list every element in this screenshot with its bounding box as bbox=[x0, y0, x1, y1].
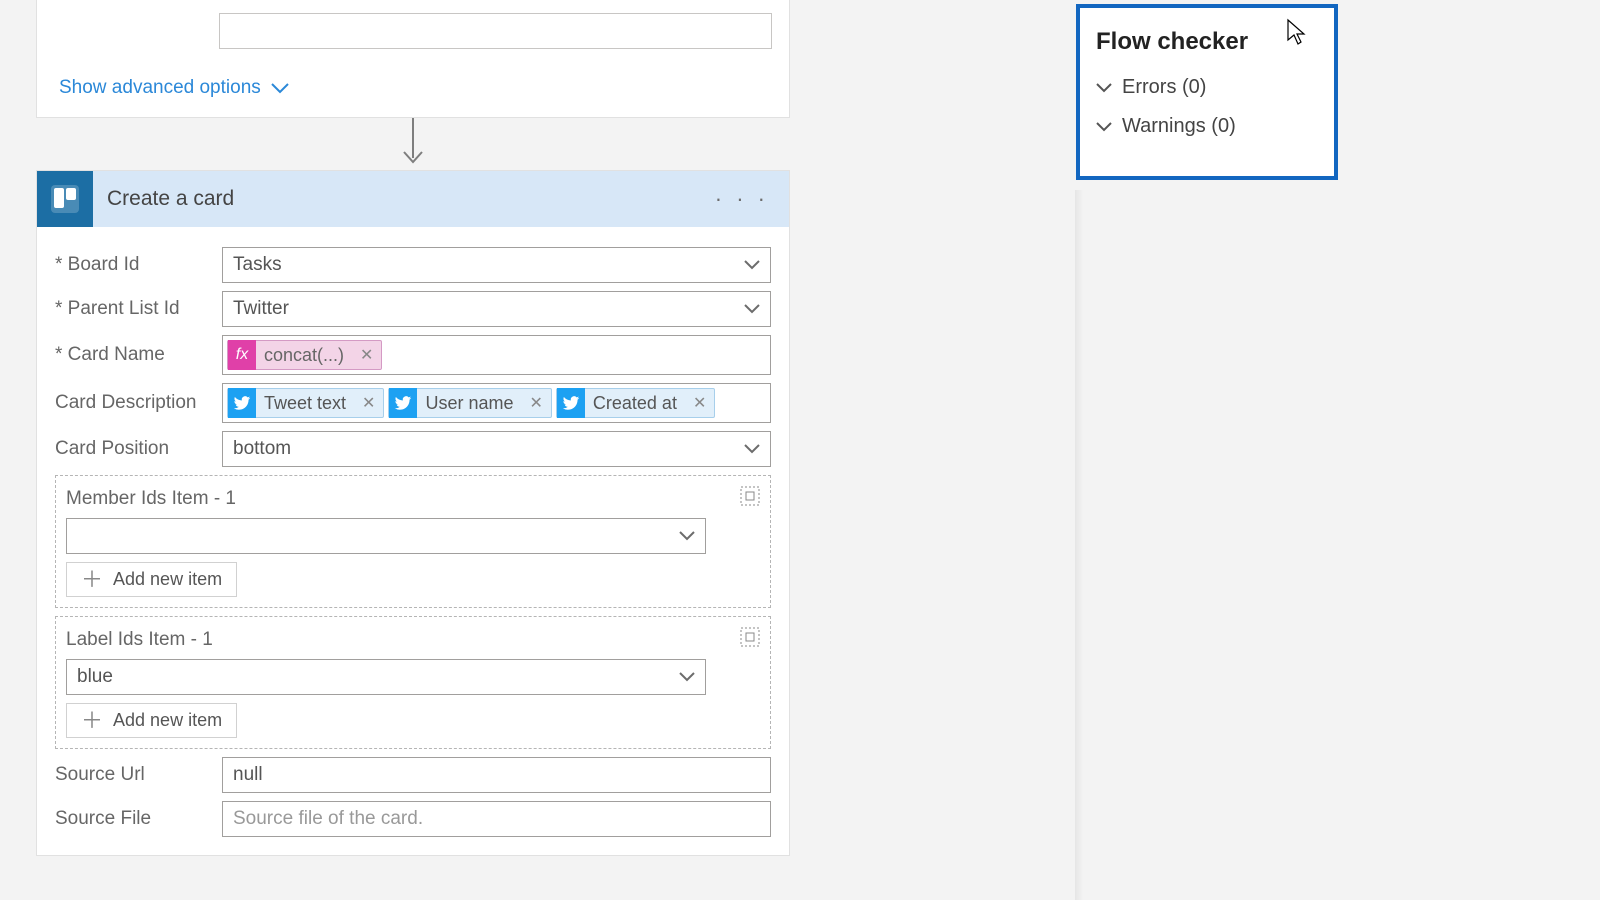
label-ids-select[interactable]: blue bbox=[66, 659, 706, 695]
chevron-down-icon bbox=[744, 260, 760, 270]
label-ids-value: blue bbox=[77, 666, 113, 688]
chevron-down-icon bbox=[679, 672, 695, 682]
parent-list-id-value: Twitter bbox=[233, 298, 289, 320]
show-advanced-options[interactable]: Show advanced options bbox=[59, 77, 769, 99]
twitter-token-created-at[interactable]: Created at ✕ bbox=[556, 388, 715, 418]
twitter-icon bbox=[557, 388, 585, 418]
action-header[interactable]: Create a card · · · bbox=[37, 171, 789, 227]
previous-field-input[interactable] bbox=[219, 13, 772, 49]
member-ids-select[interactable] bbox=[66, 518, 706, 554]
card-position-value: bottom bbox=[233, 438, 291, 460]
chevron-down-icon bbox=[1096, 83, 1112, 93]
fx-icon: fx bbox=[228, 340, 256, 370]
create-a-card-action: Create a card · · · * Board Id Tasks * P… bbox=[36, 170, 790, 856]
card-position-select[interactable]: bottom bbox=[222, 431, 771, 467]
board-id-value: Tasks bbox=[233, 254, 282, 276]
parent-list-id-select[interactable]: Twitter bbox=[222, 291, 771, 327]
connector-arrow bbox=[36, 118, 790, 170]
token-text: Tweet text bbox=[256, 393, 354, 414]
add-label-item-button[interactable]: ＋ Add new item bbox=[66, 703, 237, 738]
flow-checker-panel: Flow checker Errors (0) Warnings (0) bbox=[1076, 4, 1338, 180]
show-advanced-label: Show advanced options bbox=[59, 77, 261, 99]
label-ids-label: Label Ids Item - 1 bbox=[66, 629, 213, 651]
source-file-placeholder: Source file of the card. bbox=[233, 808, 423, 830]
token-remove-icon[interactable]: ✕ bbox=[352, 345, 381, 365]
previous-action-card: Show advanced options bbox=[36, 0, 790, 118]
switch-to-array-icon[interactable] bbox=[740, 486, 760, 512]
right-panel-edge bbox=[1075, 190, 1083, 900]
chevron-down-icon bbox=[744, 444, 760, 454]
plus-icon: ＋ bbox=[81, 712, 103, 730]
token-remove-icon[interactable]: ✕ bbox=[354, 393, 383, 413]
card-description-input[interactable]: Tweet text ✕ User name ✕ bbox=[222, 383, 771, 423]
warnings-label: Warnings (0) bbox=[1122, 115, 1236, 138]
source-file-input[interactable]: Source file of the card. bbox=[222, 801, 771, 837]
source-url-value: null bbox=[233, 764, 263, 786]
member-ids-group: Member Ids Item - 1 ＋ Add new item bbox=[55, 475, 771, 608]
twitter-icon bbox=[389, 388, 417, 418]
fx-expression-token[interactable]: fx concat(...) ✕ bbox=[227, 340, 382, 370]
label-ids-group: Label Ids Item - 1 blue ＋ Add new item bbox=[55, 616, 771, 749]
plus-icon: ＋ bbox=[81, 571, 103, 589]
chevron-down-icon bbox=[1096, 122, 1112, 132]
flow-checker-warnings-row[interactable]: Warnings (0) bbox=[1096, 115, 1318, 138]
add-item-label: Add new item bbox=[113, 710, 222, 731]
token-text: User name bbox=[417, 393, 521, 414]
chevron-down-icon bbox=[679, 531, 695, 541]
parent-list-id-label: * Parent List Id bbox=[55, 298, 222, 320]
twitter-icon bbox=[228, 388, 256, 418]
board-id-label: * Board Id bbox=[55, 254, 222, 276]
card-description-label: Card Description bbox=[55, 392, 222, 414]
action-title: Create a card bbox=[93, 187, 711, 211]
add-item-label: Add new item bbox=[113, 569, 222, 590]
source-file-label: Source File bbox=[55, 808, 222, 830]
twitter-token-user-name[interactable]: User name ✕ bbox=[388, 388, 551, 418]
card-name-label: * Card Name bbox=[55, 344, 222, 366]
chevron-down-icon bbox=[271, 83, 289, 94]
source-url-input[interactable]: null bbox=[222, 757, 771, 793]
action-menu-button[interactable]: · · · bbox=[711, 186, 773, 212]
card-position-label: Card Position bbox=[55, 438, 222, 460]
member-ids-label: Member Ids Item - 1 bbox=[66, 488, 236, 510]
fx-token-text: concat(...) bbox=[256, 345, 352, 366]
source-url-label: Source Url bbox=[55, 764, 222, 786]
card-name-input[interactable]: fx concat(...) ✕ bbox=[222, 335, 771, 375]
token-text: Created at bbox=[585, 393, 685, 414]
flow-checker-errors-row[interactable]: Errors (0) bbox=[1096, 76, 1318, 99]
board-id-select[interactable]: Tasks bbox=[222, 247, 771, 283]
chevron-down-icon bbox=[744, 304, 760, 314]
add-member-item-button[interactable]: ＋ Add new item bbox=[66, 562, 237, 597]
flow-checker-title: Flow checker bbox=[1096, 28, 1318, 56]
twitter-token-tweet-text[interactable]: Tweet text ✕ bbox=[227, 388, 384, 418]
token-remove-icon[interactable]: ✕ bbox=[685, 393, 714, 413]
errors-label: Errors (0) bbox=[1122, 76, 1206, 99]
switch-to-array-icon[interactable] bbox=[740, 627, 760, 653]
token-remove-icon[interactable]: ✕ bbox=[521, 393, 550, 413]
trello-icon bbox=[37, 171, 93, 227]
